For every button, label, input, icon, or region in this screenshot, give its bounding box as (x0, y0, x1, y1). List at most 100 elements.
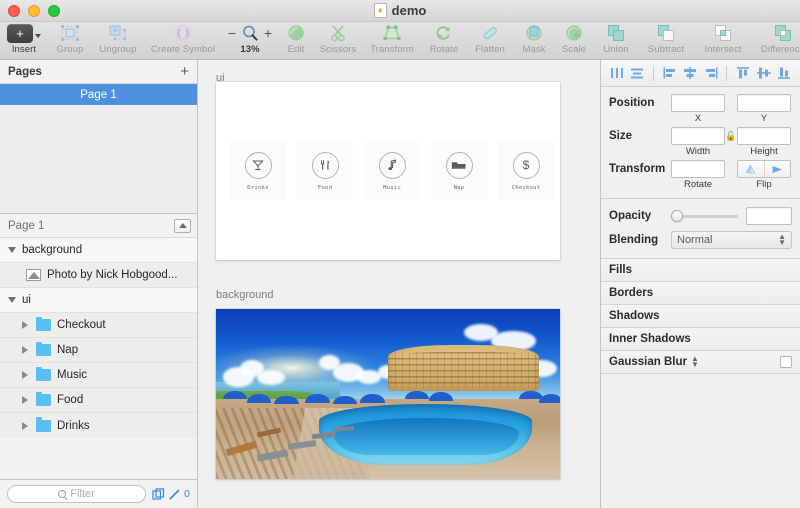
section-inner-shadows[interactable]: Inner Shadows (601, 328, 800, 351)
folder-icon (36, 394, 51, 406)
position-y-field[interactable] (737, 94, 791, 112)
filter-input[interactable]: Filter (7, 485, 146, 503)
tile-label: Nap (454, 185, 465, 191)
canvas-area[interactable]: ui Drinks (198, 60, 600, 508)
layer-row-food[interactable]: Food (0, 388, 197, 413)
align-top-icon[interactable] (733, 64, 753, 83)
toolbar-intersect[interactable]: Intersect (694, 23, 752, 55)
page-list-item[interactable]: Page 1 (0, 84, 197, 105)
chevron-updown-icon[interactable]: ▲▼ (691, 357, 699, 368)
pages-title: Pages (8, 66, 42, 78)
layer-label: Food (57, 394, 83, 406)
transform-rotate-field[interactable] (671, 160, 725, 178)
layer-row-music[interactable]: Music (0, 363, 197, 388)
toolbar-difference[interactable]: Difference (752, 23, 800, 55)
artboard-label-background[interactable]: background (216, 285, 560, 303)
toolbar-transform[interactable]: Transform (362, 23, 422, 55)
size-height-field[interactable] (737, 127, 791, 145)
blending-select[interactable]: Normal ▲▼ (671, 231, 792, 249)
toolbar-subtract[interactable]: Subtract (638, 23, 694, 55)
toolbar-rotate[interactable]: Rotate (422, 23, 466, 55)
app-body: Pages + Page 1 Page 1 background (0, 60, 800, 508)
chevron-right-icon[interactable] (22, 422, 36, 430)
align-bottom-icon[interactable] (774, 64, 794, 83)
tile-food[interactable]: Food (297, 142, 353, 200)
align-right-icon[interactable] (701, 64, 721, 83)
size-height-label: Height (737, 146, 791, 157)
copy-icon[interactable] (152, 488, 165, 501)
size-width-field[interactable] (671, 127, 725, 145)
toolbar-mask[interactable]: Mask (514, 23, 554, 55)
lock-icon[interactable]: 🔓 (725, 131, 737, 142)
chevron-right-icon[interactable] (22, 321, 36, 329)
chevron-updown-icon: ▲▼ (778, 235, 786, 246)
align-center-icon[interactable] (680, 64, 700, 83)
zoom-out-icon[interactable]: − (228, 26, 236, 40)
tile-label: Music (383, 185, 401, 191)
section-gaussian-blur[interactable]: Gaussian Blur ▲▼ (601, 351, 800, 374)
add-page-button[interactable]: + (180, 64, 189, 79)
appearance-section: Opacity Blending Normal ▲▼ (601, 199, 800, 259)
hotel-building (388, 345, 539, 391)
size-row: Size 🔓 (609, 127, 792, 145)
collapse-icon[interactable] (174, 219, 191, 233)
chevron-right-icon[interactable] (22, 346, 36, 354)
layer-row-drinks[interactable]: Drinks (0, 413, 197, 438)
section-borders[interactable]: Borders (601, 282, 800, 305)
layer-row-ui[interactable]: ui (0, 288, 197, 313)
chevron-down-icon[interactable] (8, 297, 22, 303)
section-shadows[interactable]: Shadows (601, 305, 800, 328)
position-x-field[interactable] (671, 94, 725, 112)
artboard-ui[interactable]: Drinks (216, 82, 560, 260)
layer-row-background[interactable]: background (0, 238, 197, 263)
flip-horizontal-icon[interactable] (738, 161, 764, 177)
chevron-right-icon[interactable] (22, 396, 36, 404)
transform-label: Transform (609, 163, 671, 175)
flip-vertical-icon[interactable] (764, 161, 791, 177)
layer-row-photo[interactable]: Photo by Nick Hobgood... (0, 263, 197, 288)
distribute-vertically-icon[interactable] (628, 64, 648, 83)
toolbar-create-symbol[interactable]: Create Symbol (144, 23, 222, 55)
layer-row-nap[interactable]: Nap (0, 338, 197, 363)
toolbar-scissors[interactable]: Scissors (314, 23, 362, 55)
rotate-label: Rotate (671, 179, 725, 190)
layer-label: Music (57, 369, 87, 381)
chevron-right-icon[interactable] (22, 371, 36, 379)
distribute-horizontally-icon[interactable] (607, 64, 627, 83)
chevron-down-icon (35, 34, 41, 38)
toolbar-group[interactable]: Group (48, 23, 92, 55)
gaussian-blur-checkbox[interactable] (780, 356, 792, 368)
align-left-icon[interactable] (660, 64, 680, 83)
ui-tile-row: Drinks (230, 142, 554, 200)
toolbar-edit[interactable]: Edit (278, 23, 314, 55)
opacity-label: Opacity (609, 210, 671, 222)
toolbar-difference-label: Difference (761, 44, 800, 55)
layer-row-checkout[interactable]: Checkout (0, 313, 197, 338)
section-fills[interactable]: Fills (601, 259, 800, 282)
opacity-slider[interactable] (671, 215, 738, 218)
tile-drinks[interactable]: Drinks (230, 142, 286, 200)
pen-icon[interactable] (168, 488, 181, 501)
align-middle-icon[interactable] (754, 64, 774, 83)
toolbar-zoom[interactable]: − + 13% (222, 23, 278, 55)
zoom-in-icon[interactable]: + (264, 26, 272, 40)
flip-label: Flip (737, 179, 791, 190)
toolbar-union[interactable]: Union (594, 23, 638, 55)
resort-pool-photo (216, 309, 560, 479)
opacity-value-field[interactable] (746, 207, 792, 225)
tile-music[interactable]: Music (364, 142, 420, 200)
chevron-down-icon[interactable] (8, 247, 22, 253)
tile-checkout[interactable]: $ Checkout (498, 142, 554, 200)
toolbar-scale[interactable]: Scale (554, 23, 594, 55)
toolbar-insert[interactable]: + Insert (0, 23, 48, 55)
opacity-slider-knob[interactable] (671, 210, 683, 222)
toolbar-intersect-label: Intersect (704, 44, 741, 55)
toolbar-ungroup[interactable]: Ungroup (92, 23, 144, 55)
toolbar-edit-label: Edit (288, 44, 305, 55)
artboard-background[interactable] (216, 309, 560, 479)
toolbar-union-label: Union (603, 44, 628, 55)
page-list-item-label: Page 1 (80, 89, 116, 101)
mask-icon (524, 23, 544, 43)
toolbar-flatten[interactable]: Flatten (466, 23, 514, 55)
tile-nap[interactable]: Nap (431, 142, 487, 200)
